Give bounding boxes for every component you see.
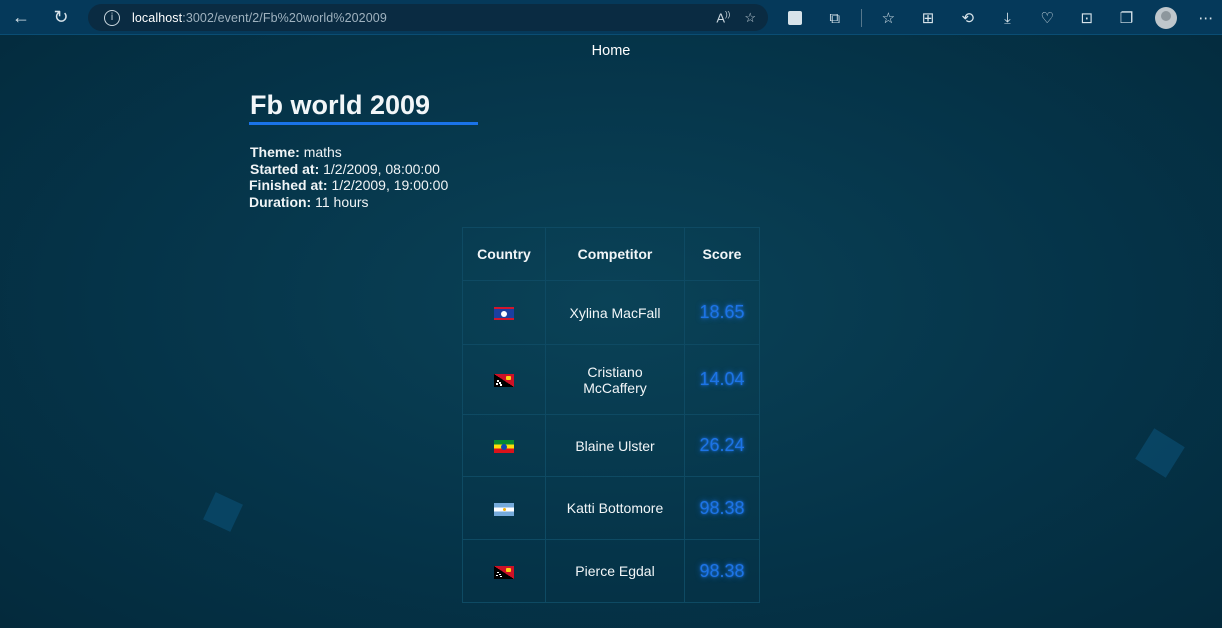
decorative-square [1135,428,1185,478]
ethiopia-flag-icon [494,440,514,454]
url-host: localhost [132,10,183,25]
screenshot-icon[interactable]: ⊡ [1074,5,1100,31]
extensions-puzzle-icon[interactable]: ⧉ [822,5,848,31]
country-cell [462,476,546,540]
finished-value: 1/2/2009, 19:00:00 [331,177,449,193]
url-text[interactable]: localhost:3002/event/2/Fb%20world%202009 [132,11,387,25]
competitor-name: Katti Bottomore [566,500,664,516]
profile-avatar[interactable] [1153,5,1179,31]
country-cell [462,539,546,603]
favorites-icon[interactable]: ☆ [875,5,901,31]
score-cell: 14.04 [684,344,760,415]
score-value: 14.04 [699,369,745,389]
score-cell: 98.38 [684,539,760,603]
competitor-name: Cristiano McCaffery [583,363,647,396]
score-value: 26.24 [699,435,745,455]
finished-row: Finished at: 1/2/2009, 19:00:00 [249,177,448,194]
started-value: 1/2/2009, 08:00:00 [323,160,440,177]
title-underline [249,122,478,125]
results-table: Country Competitor Score Xylina MacFall … [462,227,760,603]
table-row: Katti Bottomore 98.38 [462,476,760,540]
score-value: 18.65 [699,302,745,322]
competitor-cell: Pierce Egdal [545,539,685,603]
competitor-cell: Xylina MacFall [545,280,685,345]
reload-icon[interactable]: ↻ [48,4,74,30]
duration-label: Duration: [249,193,312,210]
finished-label: Finished at: [249,177,328,193]
more-options-icon[interactable]: ⋯ [1193,5,1219,31]
performance-heart-icon[interactable]: ♡ [1034,5,1060,31]
extension-app-icon[interactable] [782,5,808,31]
belize-flag-icon [494,307,514,321]
add-favorite-icon[interactable]: ☆ [744,10,756,26]
table-row: Blaine Ulster 26.24 [462,414,760,477]
table-row: Cristiano McCaffery 14.04 [462,344,760,415]
browser-toolbar: ← ↻ i localhost:3002/event/2/Fb%20world%… [0,0,1222,35]
country-cell [462,280,546,345]
site-info-icon[interactable]: i [104,9,120,26]
downloads-icon[interactable]: ⤓ [994,5,1020,31]
event-details: Theme: maths Started at: 1/2/2009, 08:00… [249,144,448,211]
table-header-row: Country Competitor Score [462,227,760,281]
read-aloud-icon[interactable]: A)) [716,10,730,25]
duration-value: 11 hours [315,193,369,210]
decorative-square [203,492,243,532]
competitor-cell: Katti Bottomore [545,476,685,540]
competitor-column-header: Competitor [545,227,685,281]
url-path: :3002/event/2/Fb%20world%202009 [182,10,387,25]
country-column-header: Country [462,227,546,281]
avatar [1155,6,1178,29]
competitor-name: Xylina MacFall [569,304,661,321]
argentina-flag-icon [494,502,514,516]
table-row: Pierce Egdal 98.38 [462,539,760,603]
country-cell [462,414,546,477]
table-row: Xylina MacFall 18.65 [462,280,760,345]
score-column-header: Score [684,227,760,281]
started-label: Started at: [250,160,320,177]
collections-icon[interactable]: ⊞ [915,5,941,31]
papua-new-guinea-flag-icon [494,565,514,579]
home-link[interactable]: Home [592,43,631,59]
score-cell: 98.38 [684,476,760,540]
competitor-name: Blaine Ulster [575,437,655,454]
tab-actions-icon[interactable]: ❐ [1114,5,1140,31]
papua-new-guinea-flag-icon [494,374,514,388]
theme-value: maths [303,144,342,160]
theme-row: Theme: maths [250,144,448,161]
score-cell: 18.65 [684,280,760,345]
score-cell: 26.24 [684,414,760,477]
score-value: 98.38 [699,497,745,518]
competitor-cell: Cristiano McCaffery [545,344,685,415]
page-content: Home Fb world 2009 Theme: maths Started … [0,35,1222,628]
toolbar-divider [861,8,863,27]
top-nav: Home [0,43,1222,59]
page-title: Fb world 2009 [250,90,431,120]
competitor-name: Pierce Egdal [575,563,655,579]
back-arrow-icon[interactable]: ← [8,4,34,30]
started-row: Started at: 1/2/2009, 08:00:00 [250,161,448,178]
country-cell [462,344,546,415]
competitor-cell: Blaine Ulster [545,414,685,477]
history-icon[interactable]: ⟲ [955,5,981,31]
theme-label: Theme: [250,144,300,160]
address-bar[interactable]: i localhost:3002/event/2/Fb%20world%2020… [88,4,768,31]
score-value: 98.38 [699,560,745,581]
duration-row: Duration: 11 hours [249,194,448,211]
